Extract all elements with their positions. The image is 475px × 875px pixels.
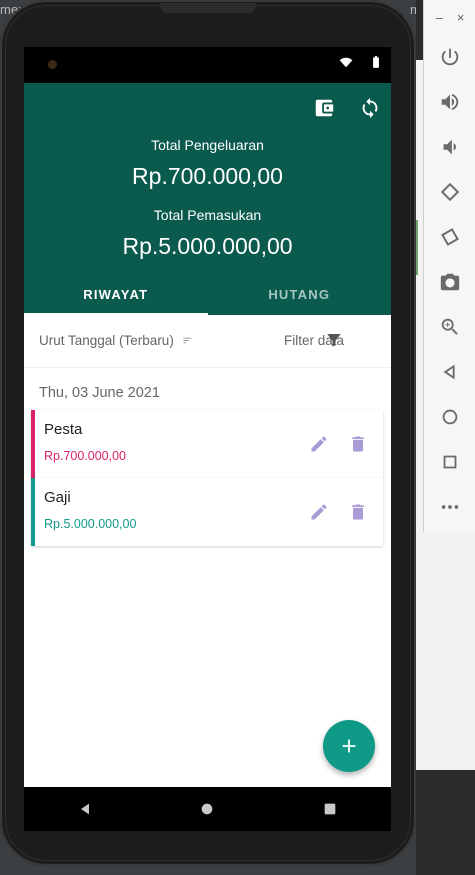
screenshot-button[interactable] <box>424 259 475 304</box>
tab-riwayat[interactable]: RIWAYAT <box>24 274 208 315</box>
total-income-label: Total Pemasukan <box>153 207 262 223</box>
filter-icon-wrap[interactable] <box>325 331 343 354</box>
rotate-right-button[interactable] <box>424 214 475 259</box>
tab-hutang[interactable]: HUTANG <box>208 274 392 315</box>
total-expense-label: Total Pengeluaran <box>151 137 264 153</box>
filter-icon <box>327 334 341 347</box>
overview-button[interactable] <box>424 439 475 484</box>
edit-button[interactable] <box>309 434 329 459</box>
nav-home-icon[interactable] <box>199 801 215 817</box>
volume-down-icon <box>443 139 456 154</box>
trash-icon <box>352 504 364 520</box>
status-bar <box>24 47 391 83</box>
back-icon <box>443 364 455 379</box>
total-expense-value: Rp.700.000,00 <box>132 163 283 189</box>
back-button[interactable] <box>424 349 475 394</box>
date-group-header: Thu, 03 June 2021 <box>39 385 160 401</box>
sort-dropdown[interactable]: Urut Tanggal (Terbaru) <box>39 333 193 348</box>
sync-icon[interactable] <box>359 97 381 119</box>
rotate-left-button[interactable] <box>424 169 475 214</box>
plus-icon <box>342 739 356 753</box>
filter-bar: Urut Tanggal (Terbaru) Filter data <box>24 315 391 368</box>
more-icon <box>441 504 459 509</box>
transaction-card[interactable]: Gaji Rp.5.000.000,00 <box>31 478 383 546</box>
rotate-right-icon <box>441 227 459 246</box>
volume-up-button[interactable] <box>424 79 475 124</box>
emulator-toolbar: – × <box>423 0 475 532</box>
sort-label: Urut Tanggal (Terbaru) <box>39 333 174 348</box>
transaction-amount: Rp.700.000,00 <box>44 449 127 463</box>
pencil-icon <box>311 436 327 452</box>
home-icon <box>442 409 458 424</box>
nav-overview-icon[interactable] <box>322 801 338 817</box>
wallet-icon[interactable] <box>313 97 335 119</box>
transaction-color-bar <box>31 478 35 546</box>
battery-icon <box>373 56 379 68</box>
add-transaction-button[interactable] <box>323 720 375 772</box>
header-actions <box>313 97 381 119</box>
zoom-icon <box>441 318 458 335</box>
camera-dot <box>48 60 57 69</box>
volume-down-button[interactable] <box>424 124 475 169</box>
sort-icon <box>183 337 192 344</box>
phone-speaker <box>160 3 256 13</box>
total-income-value: Rp.5.000.000,00 <box>122 233 293 259</box>
delete-button[interactable] <box>348 502 368 527</box>
app-screen: Total Pengeluaran Rp.700.000,00 Total Pe… <box>24 47 391 787</box>
overview-icon <box>443 455 457 468</box>
tab-bar: RIWAYAT HUTANG <box>24 274 391 315</box>
camera-icon <box>440 273 460 290</box>
emulator-window-controls: – × <box>424 0 475 34</box>
edit-button[interactable] <box>309 502 329 527</box>
tab-riwayat-label: RIWAYAT <box>83 287 149 302</box>
close-button[interactable]: × <box>457 10 465 25</box>
power-button[interactable] <box>424 34 475 79</box>
transaction-card[interactable]: Pesta Rp.700.000,00 <box>31 410 383 478</box>
status-icons <box>339 55 383 69</box>
app-header: Total Pengeluaran Rp.700.000,00 Total Pe… <box>24 83 391 315</box>
more-button[interactable] <box>424 484 475 529</box>
transaction-color-bar <box>31 410 35 478</box>
home-button[interactable] <box>424 394 475 439</box>
nav-back-icon[interactable] <box>77 801 93 817</box>
tab-hutang-label: HUTANG <box>268 287 331 302</box>
transaction-title: Pesta <box>44 421 83 438</box>
minimize-button[interactable]: – <box>436 10 443 25</box>
pencil-icon <box>311 504 327 520</box>
zoom-button[interactable] <box>424 304 475 349</box>
power-icon <box>441 48 459 65</box>
rotate-left-icon <box>440 182 460 201</box>
volume-up-icon <box>441 93 459 110</box>
transaction-amount: Rp.5.000.000,00 <box>44 517 137 531</box>
trash-icon <box>352 436 364 452</box>
delete-button[interactable] <box>348 434 368 459</box>
android-nav-bar <box>24 787 391 831</box>
wifi-icon <box>339 57 353 68</box>
transaction-title: Gaji <box>44 489 71 506</box>
